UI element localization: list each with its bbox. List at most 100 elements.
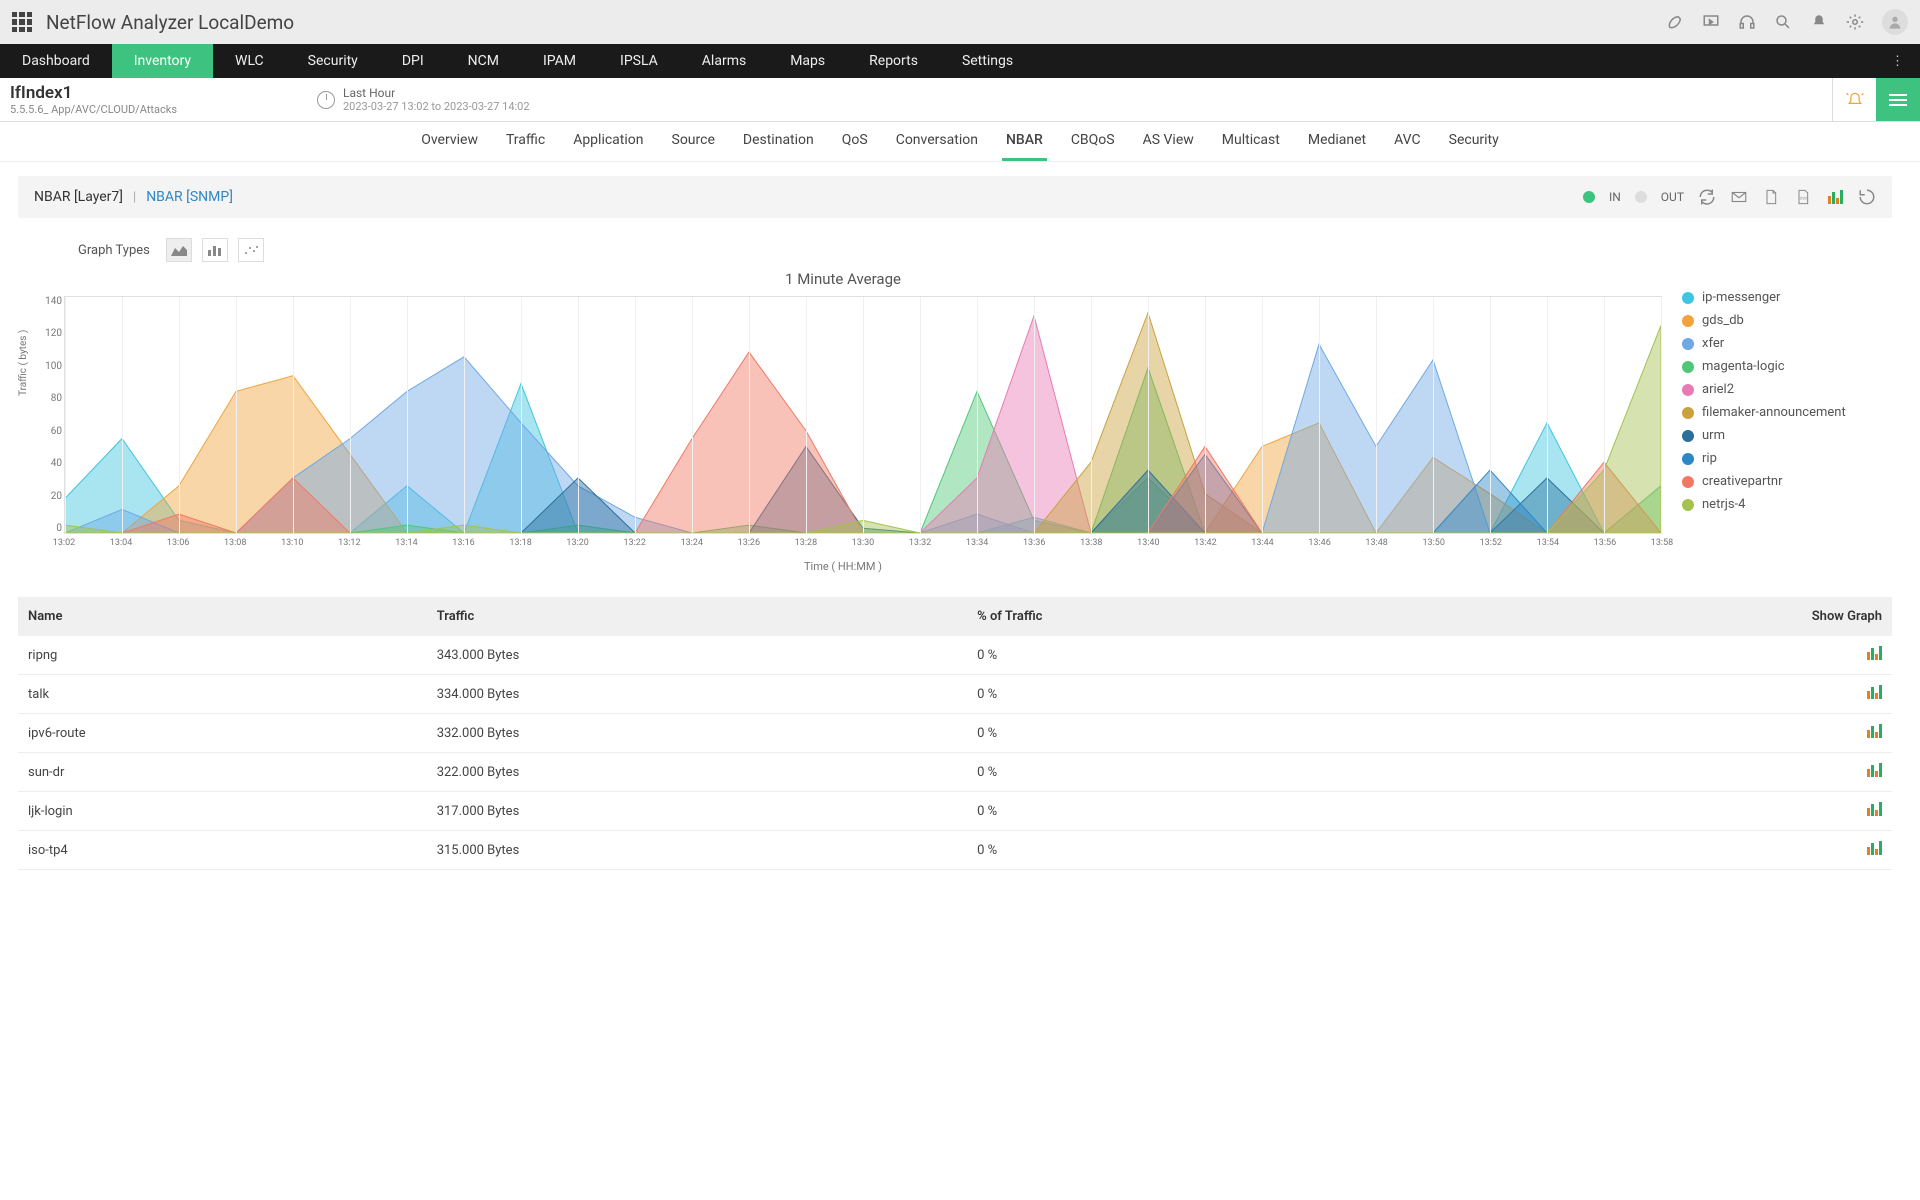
y-axis: 140120100806040200 <box>28 296 62 534</box>
subnav-overview[interactable]: Overview <box>417 122 482 161</box>
nav-item-reports[interactable]: Reports <box>847 44 940 78</box>
reset-icon[interactable] <box>1858 188 1876 206</box>
table-row: talk334.000 Bytes0 % <box>18 675 1892 714</box>
legend-item-urm[interactable]: urm <box>1682 428 1892 443</box>
legend-item-gds_db[interactable]: gds_db <box>1682 313 1892 328</box>
graph-type-selector: Graph Types <box>78 238 1892 262</box>
show-graph-icon[interactable] <box>1867 724 1882 738</box>
alarm-bell-icon[interactable] <box>1832 78 1876 121</box>
nav-item-dashboard[interactable]: Dashboard <box>0 44 112 78</box>
subnav-traffic[interactable]: Traffic <box>502 122 549 161</box>
legend-item-magenta-logic[interactable]: magenta-logic <box>1682 359 1892 374</box>
interface-subtitle: 5.5.5.6_ App/AVC/CLOUD/Attacks <box>10 103 177 116</box>
legend-item-creativepartnr[interactable]: creativepartnr <box>1682 474 1892 489</box>
subnav-medianet[interactable]: Medianet <box>1304 122 1370 161</box>
refresh-icon[interactable] <box>1698 188 1716 206</box>
hamburger-menu-icon[interactable] <box>1876 78 1920 121</box>
table-row: ljk-login317.000 Bytes0 % <box>18 792 1892 831</box>
subnav-cbqos[interactable]: CBQoS <box>1067 122 1119 161</box>
search-icon[interactable] <box>1774 13 1792 31</box>
pdf-icon[interactable] <box>1762 188 1780 206</box>
user-avatar-icon[interactable] <box>1882 9 1908 35</box>
nav-item-ncm[interactable]: NCM <box>446 44 521 78</box>
subnav-nbar[interactable]: NBAR <box>1002 122 1047 161</box>
time-range: 2023-03-27 13:02 to 2023-03-27 14:02 <box>343 100 530 113</box>
legend-item-ip-messenger[interactable]: ip-messenger <box>1682 290 1892 305</box>
sub-nav: Overview Traffic Application Source Destinat… <box>0 122 1920 162</box>
main-nav: DashboardInventoryWLCSecurityDPINCMIPAMI… <box>0 44 1920 78</box>
show-graph-icon[interactable] <box>1867 802 1882 816</box>
nav-item-security[interactable]: Security <box>286 44 380 78</box>
subnav-security[interactable]: Security <box>1445 122 1503 161</box>
time-range-selector[interactable]: Last Hour 2023-03-27 13:02 to 2023-03-27… <box>317 86 530 113</box>
bar-chart-button[interactable] <box>202 238 228 262</box>
legend-item-rip[interactable]: rip <box>1682 451 1892 466</box>
chart-plot[interactable] <box>64 296 1662 534</box>
subnav-avc[interactable]: AVC <box>1390 122 1424 161</box>
x-axis-label: Time ( HH:MM ) <box>18 560 1668 573</box>
area-chart-button[interactable] <box>166 238 192 262</box>
nav-item-inventory[interactable]: Inventory <box>112 44 213 78</box>
subnav-as-view[interactable]: AS View <box>1139 122 1198 161</box>
nav-item-ipsla[interactable]: IPSLA <box>598 44 680 78</box>
email-icon[interactable] <box>1730 188 1748 206</box>
nav-item-settings[interactable]: Settings <box>940 44 1035 78</box>
scatter-chart-button[interactable] <box>238 238 264 262</box>
show-graph-icon[interactable] <box>1867 841 1882 855</box>
chart-icon[interactable] <box>1826 188 1844 206</box>
app-title: NetFlow Analyzer LocalDemo <box>46 11 294 34</box>
col-name[interactable]: Name <box>18 597 427 636</box>
presentation-icon[interactable] <box>1702 13 1720 31</box>
legend-item-xfer[interactable]: xfer <box>1682 336 1892 351</box>
table-row: sun-dr322.000 Bytes0 % <box>18 753 1892 792</box>
csv-icon[interactable]: CSV <box>1794 188 1812 206</box>
out-indicator-icon[interactable] <box>1635 191 1647 203</box>
content-scroll[interactable]: NBAR [Layer7] | NBAR [SNMP] IN OUT CSV G… <box>0 162 1920 1200</box>
svg-text:CSV: CSV <box>1800 196 1808 201</box>
context-bar: IfIndex1 5.5.5.6_ App/AVC/CLOUD/Attacks … <box>0 78 1920 122</box>
nav-item-ipam[interactable]: IPAM <box>521 44 598 78</box>
legend-item-ariel2[interactable]: ariel2 <box>1682 382 1892 397</box>
kebab-menu-icon[interactable]: ⋮ <box>1883 44 1912 78</box>
nbar-snmp-tab[interactable]: NBAR [SNMP] <box>146 189 233 205</box>
subnav-destination[interactable]: Destination <box>739 122 818 161</box>
in-indicator-icon[interactable] <box>1583 191 1595 203</box>
filter-bar: NBAR [Layer7] | NBAR [SNMP] IN OUT CSV <box>18 176 1892 218</box>
apps-grid-icon[interactable] <box>12 12 32 32</box>
col--of-traffic[interactable]: % of Traffic <box>967 597 1417 636</box>
rocket-icon[interactable] <box>1666 13 1684 31</box>
subnav-source[interactable]: Source <box>668 122 719 161</box>
nav-item-alarms[interactable]: Alarms <box>680 44 768 78</box>
col-traffic[interactable]: Traffic <box>427 597 967 636</box>
nbar-layer7-tab[interactable]: NBAR [Layer7] <box>34 189 123 205</box>
table-row: iso-tp4315.000 Bytes0 % <box>18 831 1892 870</box>
out-label: OUT <box>1661 190 1684 204</box>
traffic-table: NameTraffic% of TrafficShow Graph ripng3… <box>18 597 1892 870</box>
graph-types-label: Graph Types <box>78 243 150 258</box>
bell-icon[interactable] <box>1810 13 1828 31</box>
subnav-application[interactable]: Application <box>569 122 647 161</box>
time-label: Last Hour <box>343 86 530 100</box>
top-toolbar <box>1666 9 1908 35</box>
clock-icon <box>317 91 335 109</box>
col-show-graph[interactable]: Show Graph <box>1417 597 1892 636</box>
legend-item-netrjs-4[interactable]: netrjs-4 <box>1682 497 1892 512</box>
show-graph-icon[interactable] <box>1867 646 1882 660</box>
gear-icon[interactable] <box>1846 13 1864 31</box>
legend-item-filemaker-announcement[interactable]: filemaker-announcement <box>1682 405 1892 420</box>
subnav-qos[interactable]: QoS <box>838 122 872 161</box>
chart-title: 1 Minute Average <box>18 270 1668 288</box>
table-row: ipv6-route332.000 Bytes0 % <box>18 714 1892 753</box>
interface-title: IfIndex1 <box>10 83 177 103</box>
nav-item-dpi[interactable]: DPI <box>380 44 446 78</box>
traffic-chart: 1 Minute Average Traffic ( bytes ) 14012… <box>18 270 1668 573</box>
show-graph-icon[interactable] <box>1867 685 1882 699</box>
headset-icon[interactable] <box>1738 13 1756 31</box>
show-graph-icon[interactable] <box>1867 763 1882 777</box>
subnav-multicast[interactable]: Multicast <box>1218 122 1284 161</box>
subnav-conversation[interactable]: Conversation <box>892 122 982 161</box>
nav-item-maps[interactable]: Maps <box>768 44 847 78</box>
in-label: IN <box>1609 190 1621 204</box>
separator: | <box>133 190 136 205</box>
nav-item-wlc[interactable]: WLC <box>213 44 286 78</box>
